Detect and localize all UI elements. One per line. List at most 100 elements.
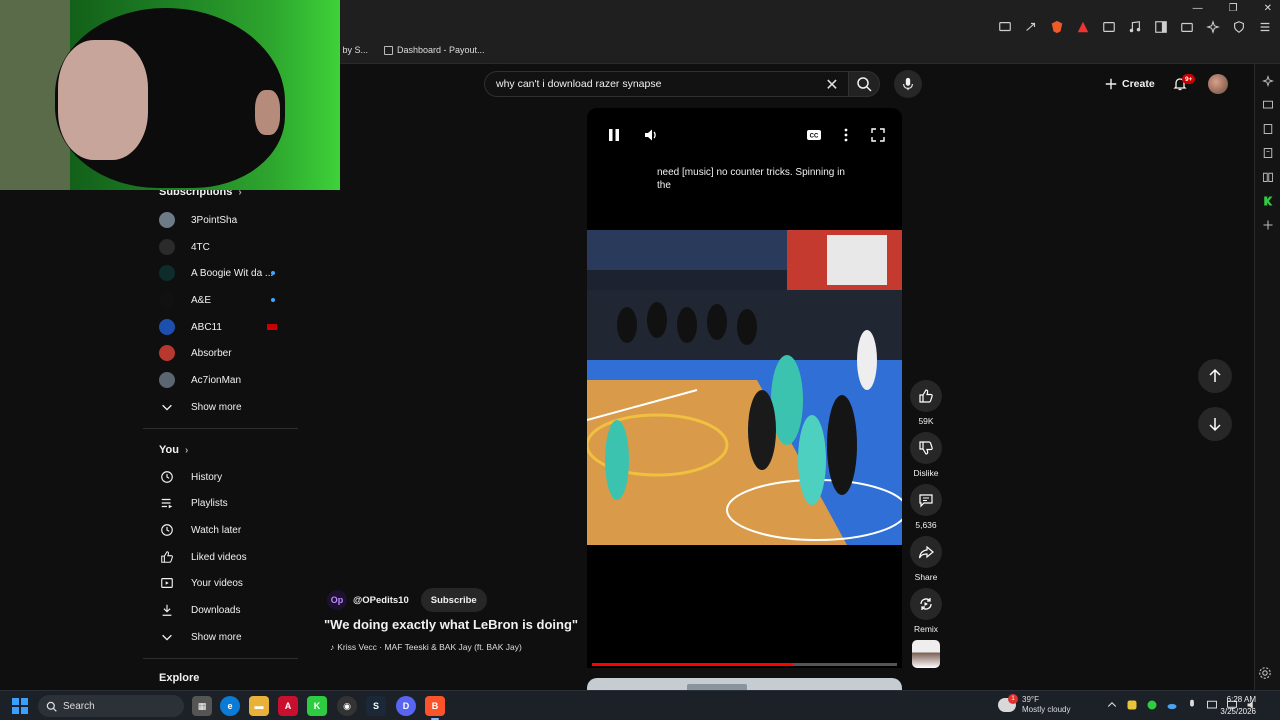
sidebar-item-playlists[interactable]: Playlists (159, 491, 295, 515)
microphone-icon[interactable] (1186, 699, 1198, 711)
like-button[interactable] (910, 380, 942, 412)
remix-button[interactable] (910, 588, 942, 620)
voice-search-button[interactable] (894, 70, 922, 98)
subscription-item[interactable]: Absorber (159, 341, 295, 365)
subscription-item[interactable]: 4TC (159, 235, 295, 259)
short-title[interactable]: "We doing exactly what LeBron is doing" (324, 617, 578, 632)
more-options-button[interactable] (835, 124, 857, 146)
bookmark-item[interactable]: Dashboard - Payout... (384, 45, 485, 55)
subscription-item[interactable]: 3PointSha (159, 208, 295, 232)
show-more-subscriptions[interactable]: Show more (159, 395, 295, 419)
sidebar-item-watch-later[interactable]: Watch later (159, 518, 295, 542)
edge-icon[interactable]: e (220, 696, 240, 716)
sidebar-item-history[interactable]: History (159, 465, 295, 489)
dislike-action[interactable]: Dislike (908, 432, 944, 478)
subscription-item[interactable]: A&E (159, 288, 295, 312)
music-note-icon: ♪ (330, 642, 335, 652)
tray-app-icon[interactable] (1126, 699, 1138, 711)
vpn-shield-icon[interactable] (1232, 20, 1246, 34)
subscribe-button[interactable]: Subscribe (420, 588, 487, 612)
adobe-icon[interactable]: A (278, 696, 298, 716)
onedrive-icon[interactable] (1166, 699, 1178, 711)
steam-icon[interactable]: S (366, 696, 386, 716)
obs-icon[interactable]: ◉ (337, 696, 357, 716)
volume-icon (645, 129, 656, 141)
media-icon[interactable] (1128, 20, 1142, 34)
create-button[interactable]: Create (1100, 71, 1162, 97)
next-short-button[interactable] (1198, 407, 1232, 441)
brave-rewards-icon[interactable] (1076, 20, 1090, 34)
tv-icon[interactable] (1261, 98, 1275, 112)
shorts-player[interactable]: CC need [music] no counter tricks. Spinn… (587, 108, 902, 668)
channel-name[interactable]: @OPedits10 (353, 595, 409, 606)
dislike-button[interactable] (910, 432, 942, 464)
system-clock[interactable]: 6:28 AM 3/25/2026 (1220, 694, 1256, 718)
leo-ai-icon[interactable] (1206, 20, 1220, 34)
channel-avatar[interactable]: Op (327, 590, 347, 610)
browser-sidebar (1254, 64, 1280, 696)
you-heading[interactable]: You › (159, 444, 188, 456)
share-page-icon[interactable] (1024, 20, 1038, 34)
file-explorer-icon[interactable]: ▬ (249, 696, 269, 716)
brave-icon[interactable]: B (425, 696, 445, 716)
sound-thumbnail[interactable] (912, 640, 940, 668)
progress-fill (592, 663, 794, 666)
history-panel-icon[interactable] (1261, 170, 1275, 184)
task-view-icon[interactable]: ▦ (192, 696, 212, 716)
video-frame[interactable] (587, 230, 902, 545)
comments-action[interactable]: 5,636 (908, 484, 944, 530)
close-window-icon[interactable]: ✕ (1264, 3, 1272, 14)
discord-icon[interactable]: D (396, 696, 416, 716)
weather-widget[interactable]: 1 39°F Mostly cloudy (998, 694, 1070, 715)
reading-list-icon[interactable] (1261, 122, 1275, 136)
subscription-item[interactable]: A Boogie Wit da ... (159, 261, 295, 285)
taskbar-search[interactable]: Search (38, 695, 184, 717)
leo-ai-icon[interactable] (1261, 74, 1275, 88)
menu-icon[interactable] (1258, 20, 1272, 34)
windows-start-icon[interactable] (12, 698, 28, 714)
previous-short-button[interactable] (1198, 359, 1232, 393)
windows-taskbar: Search ▦ e ▬ A K ◉ S D B 1 39°F Mostly c… (0, 690, 1280, 720)
search-icon (857, 77, 872, 92)
kick-icon[interactable] (1261, 194, 1275, 208)
brave-shields-icon[interactable] (1050, 20, 1064, 34)
cast-icon[interactable] (998, 20, 1012, 34)
show-more-you[interactable]: Show more (159, 625, 295, 649)
sidebar-settings-icon[interactable] (1258, 666, 1272, 680)
subscription-item[interactable]: Ac7ionMan (159, 368, 295, 392)
channel-row: Op @OPedits10 Subscribe (327, 588, 487, 612)
share-action[interactable]: Share (908, 536, 944, 582)
like-action[interactable]: 59K (908, 380, 944, 426)
watch-later-icon (159, 522, 175, 538)
share-button[interactable] (910, 536, 942, 568)
minimize-icon[interactable]: — (1193, 3, 1203, 14)
kick-app-icon[interactable]: K (307, 696, 327, 716)
user-avatar[interactable] (1208, 74, 1228, 94)
pause-button[interactable] (603, 124, 625, 146)
sidebar-item-liked-videos[interactable]: Liked videos (159, 545, 295, 569)
captions-button[interactable]: CC (803, 124, 825, 146)
chevron-up-icon[interactable] (1106, 699, 1118, 711)
progress-bar[interactable] (592, 663, 897, 666)
sidebar-item-your-videos[interactable]: Your videos (159, 571, 295, 595)
display-icon[interactable] (1206, 699, 1218, 711)
tab-search-icon[interactable] (1102, 20, 1116, 34)
webcam-face (58, 40, 148, 160)
comments-button[interactable] (910, 484, 942, 516)
search-input[interactable]: why can't i download razer synapse ✕ (484, 71, 848, 97)
music-row[interactable]: ♪ Kriss Vecc · MAF Teeski & BAK Jay (ft.… (330, 642, 522, 652)
subscription-item[interactable]: ABC11 (159, 315, 295, 339)
fullscreen-button[interactable] (867, 124, 889, 146)
arrow-up-icon (1209, 368, 1221, 382)
remix-action[interactable]: Remix (908, 588, 944, 634)
sidebar-item-downloads[interactable]: Downloads (159, 598, 295, 622)
clear-search-icon[interactable]: ✕ (822, 75, 842, 95)
sidebar-toggle-icon[interactable] (1154, 20, 1168, 34)
volume-button[interactable] (640, 124, 662, 146)
bookmarks-icon[interactable] (1261, 146, 1275, 160)
wallet-icon[interactable] (1180, 20, 1194, 34)
restore-icon[interactable]: ❐ (1229, 3, 1238, 14)
add-panel-icon[interactable] (1261, 218, 1275, 232)
tray-app-icon[interactable] (1146, 699, 1158, 711)
search-button[interactable] (848, 71, 880, 97)
